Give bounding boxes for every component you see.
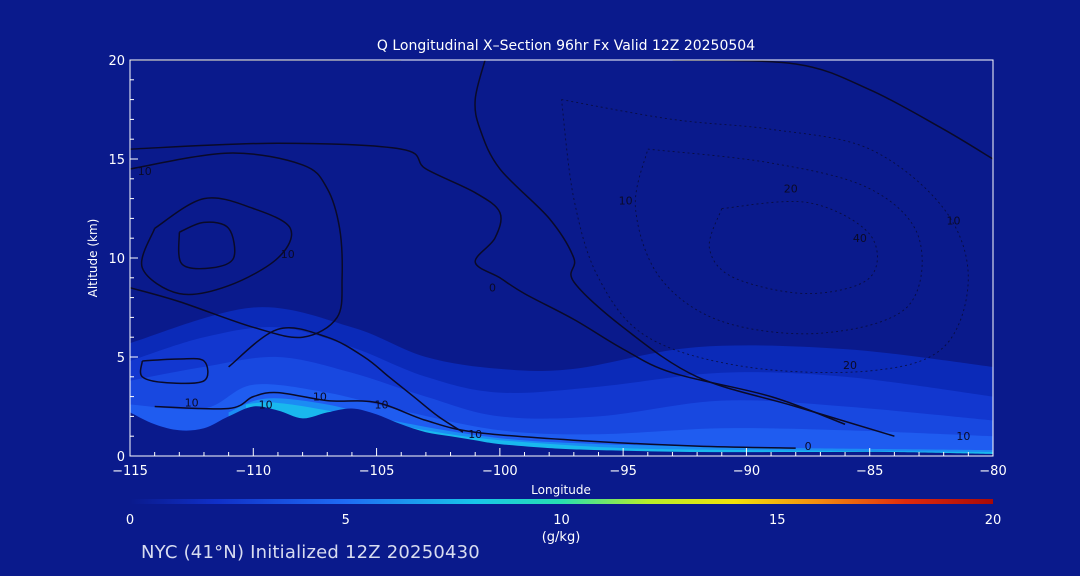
x-tick-label: −95 <box>609 464 636 479</box>
contour-label: 10 <box>259 399 273 412</box>
contour-label: 40 <box>853 232 867 245</box>
chart-title: Q Longitudinal X–Section 96hr Fx Valid 1… <box>377 38 755 54</box>
contour-label: 10 <box>375 399 389 412</box>
colorbar-tick-label: 20 <box>985 513 1002 528</box>
contour-line <box>177 221 236 270</box>
colorbar-tick-label: 10 <box>553 513 570 528</box>
y-tick-label: 15 <box>108 153 125 168</box>
contour-label: 10 <box>947 214 961 227</box>
x-tick-label: −115 <box>112 464 148 479</box>
contour-label: 20 <box>843 359 857 372</box>
contour-label: 10 <box>619 195 633 208</box>
contour-label: 10 <box>185 397 199 410</box>
x-axis-label: Longitude <box>531 483 591 497</box>
initialization-caption: NYC (41°N) Initialized 12Z 20250430 <box>141 542 480 563</box>
contour-line <box>140 197 293 296</box>
plot-area: 10 10 10 10 10 10 0 0 10 10 20 10 10 40 20 <box>130 60 993 456</box>
contour-label: 0 <box>489 282 496 295</box>
x-tick-label: −85 <box>856 464 883 479</box>
y-tick-label: 0 <box>117 450 125 465</box>
contour-label: 10 <box>138 165 152 178</box>
q-cross-section-figure: Q Longitudinal X–Section 96hr Fx Valid 1… <box>86 38 1007 545</box>
x-tick-label: −80 <box>979 464 1006 479</box>
x-tick-label: −90 <box>733 464 760 479</box>
y-tick-label: 5 <box>117 351 125 366</box>
y-tick-label: 10 <box>108 252 125 267</box>
contour-line <box>561 99 969 374</box>
colorbar-tick-label: 0 <box>126 513 134 528</box>
y-tick-label: 20 <box>108 54 125 69</box>
colorbar-unit-label: (g/kg) <box>542 530 581 545</box>
contour-line <box>708 201 878 295</box>
contour-label: 0 <box>805 440 812 453</box>
x-tick-label: −100 <box>482 464 518 479</box>
x-tick-label: −105 <box>359 464 395 479</box>
contour-label: 10 <box>313 391 327 404</box>
contour-line <box>672 60 993 160</box>
colorbar-tick-label: 5 <box>342 513 350 528</box>
contour-label: 20 <box>784 183 798 196</box>
colorbar-tick-label: 15 <box>769 513 786 528</box>
x-tick-label: −110 <box>235 464 271 479</box>
contour-label: 10 <box>956 430 970 443</box>
contour-label: 10 <box>281 248 295 261</box>
y-axis-label: Altitude (km) <box>86 219 100 298</box>
colorbar-ticks: 0 5 10 15 20 <box>126 513 1001 528</box>
contour-line <box>634 148 923 335</box>
colorbar <box>130 499 993 504</box>
contour-label: 10 <box>468 428 482 441</box>
contour-line <box>130 152 343 339</box>
